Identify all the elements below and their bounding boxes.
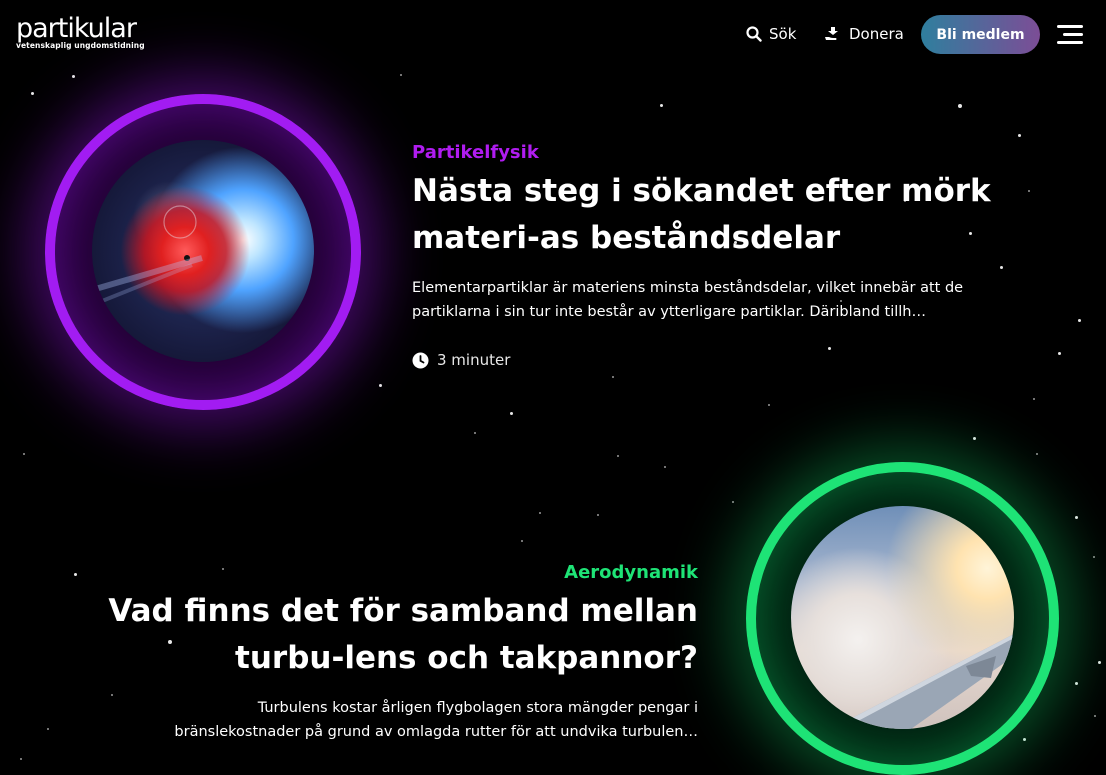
donate-label: Donera xyxy=(849,25,904,43)
star-dot xyxy=(1078,319,1081,322)
star-dot xyxy=(597,514,599,516)
donate-link[interactable]: Donera xyxy=(824,22,904,46)
star-dot xyxy=(474,432,476,434)
star-dot xyxy=(1023,738,1026,741)
article-category[interactable]: Aerodynamik xyxy=(40,562,698,584)
star-dot xyxy=(400,74,402,76)
clock-icon xyxy=(412,352,429,368)
article-image-airplane-wing[interactable] xyxy=(791,506,1014,729)
star-dot xyxy=(973,437,976,440)
star-dot xyxy=(768,404,770,406)
become-member-button[interactable]: Bli medlem xyxy=(921,15,1040,54)
star-dot xyxy=(1075,516,1078,519)
article-image-particle[interactable] xyxy=(92,140,314,362)
article-category[interactable]: Partikelfysik xyxy=(412,142,1072,164)
star-dot xyxy=(539,512,541,514)
star-dot xyxy=(379,384,382,387)
star-dot xyxy=(664,466,666,468)
read-time: 3 minuter xyxy=(412,351,1072,369)
star-dot xyxy=(1033,398,1035,400)
search-link[interactable]: Sök xyxy=(746,22,796,46)
star-dot xyxy=(510,412,513,415)
donate-icon xyxy=(825,27,838,40)
logo-subtitle: vetenskaplig ungdomstidning xyxy=(16,41,145,50)
star-dot xyxy=(1098,661,1101,664)
star-dot xyxy=(521,540,523,542)
article-card-aerodynamics: Aerodynamik Vad finns det för samband me… xyxy=(40,562,698,744)
article-title[interactable]: Nästa steg i sökandet efter mörk materi-… xyxy=(412,168,1072,262)
read-time-label: 3 minuter xyxy=(437,351,511,369)
star-dot xyxy=(1036,453,1038,455)
star-dot xyxy=(1075,682,1078,685)
article-excerpt: Turbulens kostar årligen flygbolagen sto… xyxy=(174,700,698,740)
article-title[interactable]: Vad finns det för samband mellan turbu-l… xyxy=(40,588,698,682)
hamburger-menu-icon[interactable] xyxy=(1057,25,1083,45)
star-dot xyxy=(23,453,25,455)
star-dot xyxy=(958,104,962,108)
star-dot xyxy=(1093,556,1095,558)
star-dot xyxy=(732,501,734,503)
site-logo[interactable]: partikular vetenskaplig ungdomstidning xyxy=(16,13,145,51)
article-excerpt: Elementarpartiklar är materiens minsta b… xyxy=(412,280,964,320)
star-dot xyxy=(31,92,34,95)
logo-wordmark: partikular xyxy=(16,13,137,44)
star-dot xyxy=(617,455,619,457)
search-icon xyxy=(746,26,762,42)
search-label: Sök xyxy=(769,25,797,43)
star-dot xyxy=(660,104,663,107)
star-dot xyxy=(612,376,614,378)
article-card-particle-physics: Partikelfysik Nästa steg i sökandet efte… xyxy=(412,142,1072,369)
star-dot xyxy=(1094,715,1096,717)
site-header: partikular vetenskaplig ungdomstidning S… xyxy=(0,0,1106,70)
star-dot xyxy=(1018,134,1021,137)
star-dot xyxy=(72,75,75,78)
star-dot xyxy=(20,758,22,760)
